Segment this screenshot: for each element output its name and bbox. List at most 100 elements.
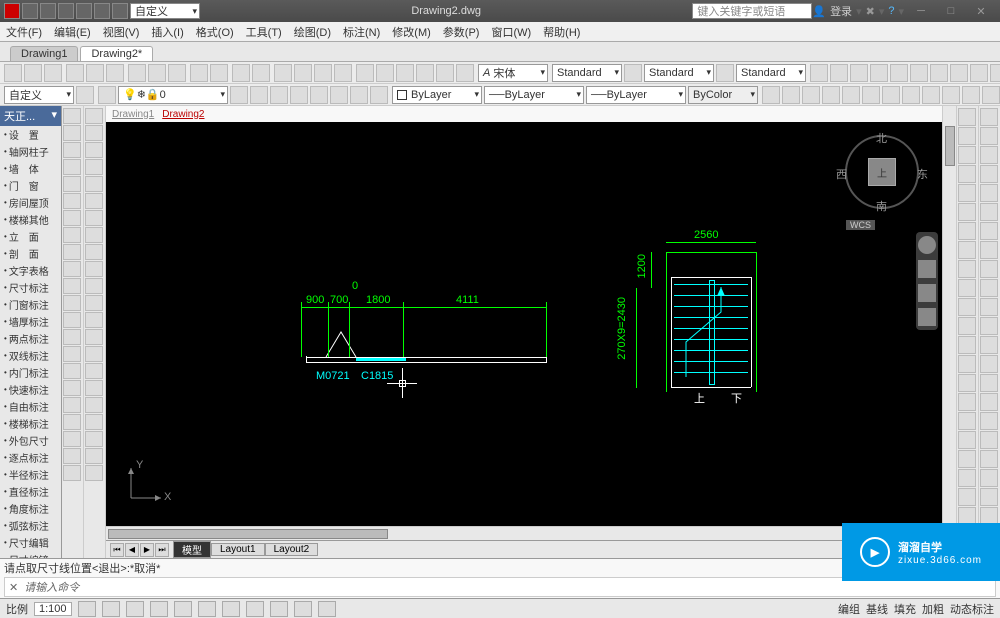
qat-save-icon[interactable] [58, 3, 74, 19]
draw-tool-12-icon[interactable] [63, 312, 81, 328]
signin-label[interactable]: 登录 [830, 3, 852, 19]
right2-tool-14-icon[interactable] [980, 374, 998, 392]
right2-tool-12-icon[interactable] [980, 336, 998, 354]
palette-item[interactable]: 墙 体 [0, 160, 61, 177]
open-icon[interactable] [24, 64, 42, 82]
palette-item[interactable]: 文字表格 [0, 262, 61, 279]
nav-orbit-icon[interactable] [918, 308, 936, 326]
layout-tab[interactable]: Layout2 [265, 543, 319, 556]
help-icon[interactable]: ? [888, 5, 894, 17]
right2-tool-19-icon[interactable] [980, 469, 998, 487]
right1-tool-11-icon[interactable] [958, 317, 976, 335]
zoom-window-icon[interactable] [314, 64, 332, 82]
right2-tool-2-icon[interactable] [980, 146, 998, 164]
layer-unlock-icon[interactable] [370, 86, 388, 104]
right2-tool-13-icon[interactable] [980, 355, 998, 373]
undo-icon[interactable] [232, 64, 250, 82]
nav-wheel-icon[interactable] [918, 236, 936, 254]
right1-tool-5-icon[interactable] [958, 203, 976, 221]
right1-tool-4-icon[interactable] [958, 184, 976, 202]
right1-tool-7-icon[interactable] [958, 241, 976, 259]
palette-item[interactable]: 快速标注 [0, 381, 61, 398]
snap-tangent-icon[interactable] [990, 64, 1000, 82]
draw-tool-18-icon[interactable] [63, 414, 81, 430]
menu-dimension[interactable]: 标注(N) [343, 24, 380, 40]
modify-tool-14-icon[interactable] [85, 346, 103, 362]
snap-endpoint-icon[interactable] [810, 64, 828, 82]
match-icon[interactable] [190, 64, 208, 82]
draw-tool-11-icon[interactable] [63, 295, 81, 311]
right1-tool-8-icon[interactable] [958, 260, 976, 278]
right1-tool-2-icon[interactable] [958, 146, 976, 164]
new-icon[interactable] [4, 64, 22, 82]
properties-icon[interactable] [356, 64, 374, 82]
zoom-icon[interactable] [294, 64, 312, 82]
layer-freeze-icon[interactable] [290, 86, 308, 104]
modify-tool-11-icon[interactable] [85, 295, 103, 311]
hatch-icon[interactable] [922, 86, 940, 104]
right2-tool-16-icon[interactable] [980, 412, 998, 430]
modify-tool-21-icon[interactable] [85, 465, 103, 481]
right1-tool-6-icon[interactable] [958, 222, 976, 240]
right2-tool-9-icon[interactable] [980, 279, 998, 297]
design-center-icon[interactable] [376, 64, 394, 82]
modify-tool-5-icon[interactable] [85, 193, 103, 209]
palette-item[interactable]: 立 面 [0, 228, 61, 245]
layer-prev-icon[interactable] [230, 86, 248, 104]
palette-item[interactable]: 角度标注 [0, 500, 61, 517]
draw-tool-1-icon[interactable] [63, 125, 81, 141]
palette-item[interactable]: 尺寸编辑 [0, 534, 61, 551]
layer-dropdown[interactable]: 💡❄🔒 0 [118, 86, 228, 104]
tab-prev-icon[interactable]: ◀ [125, 543, 139, 557]
paste-icon[interactable] [168, 64, 186, 82]
scale-value[interactable]: 1:100 [34, 602, 72, 616]
right1-tool-3-icon[interactable] [958, 165, 976, 183]
modify-tool-0-icon[interactable] [85, 108, 103, 124]
draw-tool-7-icon[interactable] [63, 227, 81, 243]
zoom-prev-icon[interactable] [334, 64, 352, 82]
menu-draw[interactable]: 绘图(D) [294, 24, 331, 40]
right2-tool-20-icon[interactable] [980, 488, 998, 506]
right1-tool-15-icon[interactable] [958, 393, 976, 411]
sheet-set-icon[interactable] [416, 64, 434, 82]
right2-tool-3-icon[interactable] [980, 165, 998, 183]
workspace-dropdown-2[interactable]: 自定义 [4, 86, 74, 104]
tool-palette-icon[interactable] [396, 64, 414, 82]
snap-midpoint-icon[interactable] [830, 64, 848, 82]
palette-item[interactable]: 弧弦标注 [0, 517, 61, 534]
right1-tool-17-icon[interactable] [958, 431, 976, 449]
cut-icon[interactable] [128, 64, 146, 82]
font-dropdown[interactable]: A 宋体 [478, 64, 548, 82]
snap-quadrant-icon[interactable] [890, 64, 908, 82]
measure-area-icon[interactable] [782, 86, 800, 104]
right1-tool-12-icon[interactable] [958, 336, 976, 354]
color-dropdown[interactable]: ByLayer [392, 86, 482, 104]
right1-tool-18-icon[interactable] [958, 450, 976, 468]
preview-icon[interactable] [86, 64, 104, 82]
dimstyle-icon[interactable] [716, 64, 734, 82]
horizontal-scrollbar[interactable] [106, 526, 942, 540]
right1-tool-1-icon[interactable] [958, 127, 976, 145]
snap-insertion-icon[interactable] [950, 64, 968, 82]
modify-tool-18-icon[interactable] [85, 414, 103, 430]
layer-match-icon[interactable] [250, 86, 268, 104]
draw-tool-3-icon[interactable] [63, 159, 81, 175]
modify-tool-12-icon[interactable] [85, 312, 103, 328]
palette-item[interactable]: 尺寸标注 [0, 279, 61, 296]
draw-tool-8-icon[interactable] [63, 244, 81, 260]
palette-item[interactable]: 门 窗 [0, 177, 61, 194]
palette-item[interactable]: 轴网柱子 [0, 143, 61, 160]
palette-item[interactable]: 房间屋顶 [0, 194, 61, 211]
layer-iso-icon[interactable] [270, 86, 288, 104]
palette-item[interactable]: 内门标注 [0, 364, 61, 381]
snap-center-icon[interactable] [850, 64, 868, 82]
right1-tool-19-icon[interactable] [958, 469, 976, 487]
draw-tool-13-icon[interactable] [63, 329, 81, 345]
modify-tool-15-icon[interactable] [85, 363, 103, 379]
modify-tool-2-icon[interactable] [85, 142, 103, 158]
draw-tool-5-icon[interactable] [63, 193, 81, 209]
nav-zoom-icon[interactable] [918, 284, 936, 302]
draw-tool-6-icon[interactable] [63, 210, 81, 226]
dimstyle-dropdown[interactable]: Standard [644, 64, 714, 82]
layer-manager-icon[interactable] [98, 86, 116, 104]
